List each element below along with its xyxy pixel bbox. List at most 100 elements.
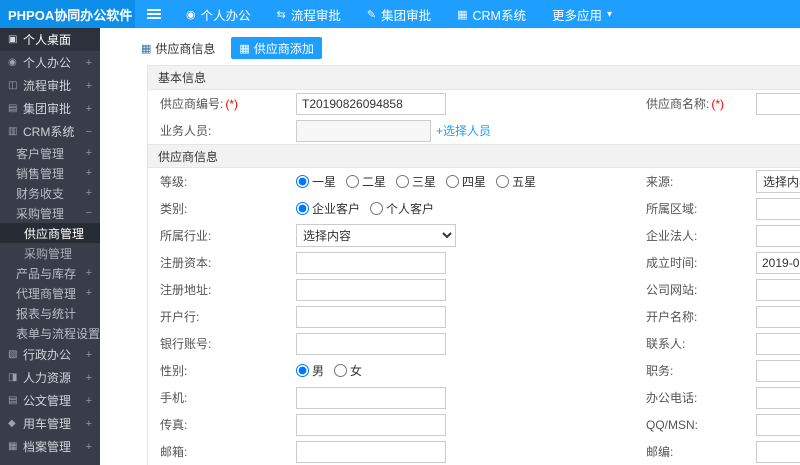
level-radio-1[interactable]	[296, 175, 309, 188]
expand-plus-icon[interactable]: +	[86, 372, 92, 384]
sidebar-item-personal-desktop[interactable]: ▣ 个人桌面	[0, 28, 100, 51]
level-option-5[interactable]: 五星	[496, 173, 536, 190]
sidebar-item-personal-office[interactable]: ◉ 个人办公 +	[0, 51, 100, 74]
tab-supplier-add[interactable]: ▦ 供应商添加	[231, 37, 322, 59]
sidebar-item-customer-management[interactable]: 客户管理 +	[0, 143, 100, 163]
gender-radio-female[interactable]	[334, 364, 348, 377]
field-cell	[296, 386, 646, 409]
source-select[interactable]: 选择内容	[756, 170, 800, 193]
position-input[interactable]	[756, 359, 800, 382]
website-input[interactable]	[756, 278, 800, 301]
level-option-4[interactable]: 四星	[446, 173, 486, 190]
sidebar-item-vehicle-management[interactable]: ◆ 用车管理 +	[0, 412, 100, 435]
region-input[interactable]	[756, 197, 800, 220]
supplier-no-input[interactable]	[296, 92, 446, 115]
zipcode-input[interactable]	[756, 440, 800, 463]
field-label: 供应商编号:	[160, 97, 224, 111]
field-label-cell: 银行账号:	[148, 335, 296, 352]
tab-label: 供应商添加	[253, 41, 314, 56]
choose-person-link[interactable]: +选择人员	[436, 122, 491, 139]
sidebar-item-label: 客户管理	[16, 146, 65, 161]
field-label-cell: 职务:	[646, 362, 756, 379]
sidebar-item-form-workflow-settings[interactable]: 表单与流程设置 +	[0, 323, 100, 343]
collapse-minus-icon[interactable]: −	[86, 207, 92, 219]
sidebar-item-workflow-approval[interactable]: ◫ 流程审批 +	[0, 74, 100, 97]
expand-plus-icon[interactable]: +	[86, 57, 92, 69]
sidebar-item-admin-office[interactable]: ▧ 行政办公 +	[0, 343, 100, 366]
sidebar-item-document-management[interactable]: ▤ 公文管理 +	[0, 389, 100, 412]
field-cell: 选择内容	[296, 224, 646, 247]
bank-input[interactable]	[296, 305, 446, 328]
sidebar-item-supplier-management[interactable]: 供应商管理	[0, 223, 100, 243]
gender-radio-male[interactable]	[296, 364, 309, 377]
sidebar-item-reports-statistics[interactable]: 报表与统计	[0, 303, 100, 323]
topnav-group-approval[interactable]: ✎ 集团审批	[354, 0, 444, 28]
established-date-input[interactable]	[756, 251, 800, 274]
field-label: 业务人员:	[160, 124, 212, 138]
expand-plus-icon[interactable]: +	[86, 103, 92, 115]
field-label-cell: 供应商名称: (*)	[646, 95, 756, 112]
expand-plus-icon[interactable]: +	[86, 187, 92, 199]
expand-plus-icon[interactable]: +	[86, 418, 92, 430]
topnav-more-apps[interactable]: 更多应用 ▾	[539, 0, 625, 28]
hamburger-menu-button[interactable]	[135, 0, 173, 28]
bank-account-input[interactable]	[296, 332, 446, 355]
sidebar-item-crm-system[interactable]: ▥ CRM系统 −	[0, 120, 100, 143]
level-radio-2[interactable]	[346, 175, 360, 188]
email-input[interactable]	[296, 440, 446, 463]
sidebar-item-sales-management[interactable]: 销售管理 +	[0, 163, 100, 183]
field-cell	[756, 332, 800, 355]
registered-capital-input[interactable]	[296, 251, 446, 274]
sidebar-item-product-inventory[interactable]: 产品与库存 +	[0, 263, 100, 283]
field-label: 银行账号:	[160, 337, 212, 351]
sales-person-input[interactable]	[296, 119, 431, 142]
industry-select[interactable]: 选择内容	[296, 224, 456, 247]
expand-plus-icon[interactable]: +	[86, 147, 92, 159]
level-option-3[interactable]: 三星	[396, 173, 436, 190]
expand-plus-icon[interactable]: +	[86, 441, 92, 453]
supplier-name-input[interactable]	[756, 92, 800, 115]
gender-option-male[interactable]: 男	[296, 362, 324, 379]
field-cell	[296, 440, 646, 463]
expand-plus-icon[interactable]: +	[86, 267, 92, 279]
level-radio-3[interactable]	[396, 175, 410, 188]
account-name-input[interactable]	[756, 305, 800, 328]
legal-person-input[interactable]	[756, 224, 800, 247]
expand-plus-icon[interactable]: +	[86, 395, 92, 407]
collapse-minus-icon[interactable]: −	[86, 126, 92, 138]
level-option-1[interactable]: 一星	[296, 173, 336, 190]
qq-msn-input[interactable]	[756, 413, 800, 436]
topnav-workflow-approval[interactable]: ⇆ 流程审批	[264, 0, 354, 28]
registered-address-input[interactable]	[296, 278, 446, 301]
expand-plus-icon[interactable]: +	[86, 287, 92, 299]
sidebar-item-agent-management[interactable]: 代理商管理 +	[0, 283, 100, 303]
field-cell	[756, 278, 800, 301]
sidebar-item-procurement-management[interactable]: 采购管理 −	[0, 203, 100, 223]
tab-supplier-info[interactable]: ▦ 供应商信息	[133, 37, 223, 59]
topnav-crm-system[interactable]: ▦ CRM系统	[444, 0, 539, 28]
expand-plus-icon[interactable]: +	[86, 349, 92, 361]
topnav-personal-office[interactable]: ◉ 个人办公	[173, 0, 264, 28]
sidebar-item-human-resources[interactable]: ◨ 人力资源 +	[0, 366, 100, 389]
sidebar-item-purchase-management[interactable]: 采购管理	[0, 243, 100, 263]
expand-plus-icon[interactable]: +	[86, 80, 92, 92]
level-option-2[interactable]: 二星	[346, 173, 386, 190]
category-option-company[interactable]: 企业客户	[296, 200, 360, 217]
sidebar-item-group-approval[interactable]: ▤ 集团审批 +	[0, 97, 100, 120]
office-phone-input[interactable]	[756, 386, 800, 409]
category-radio-personal[interactable]	[370, 202, 384, 215]
sidebar-item-label: 集团审批	[23, 102, 72, 116]
category-radio-company[interactable]	[296, 202, 309, 215]
fax-input[interactable]	[296, 413, 446, 436]
field-cell	[756, 359, 800, 382]
level-radio-4[interactable]	[446, 175, 460, 188]
level-radio-5[interactable]	[496, 175, 510, 188]
contact-input[interactable]	[756, 332, 800, 355]
sidebar-item-finance[interactable]: 财务收支 +	[0, 183, 100, 203]
mobile-input[interactable]	[296, 386, 446, 409]
sidebar-item-archive-management[interactable]: ▦ 档案管理 +	[0, 435, 100, 458]
expand-plus-icon[interactable]: +	[86, 167, 92, 179]
gender-option-female[interactable]: 女	[334, 362, 362, 379]
form-row: 等级: 一星 二星 三星 四星 五星 来源: 选择内容	[148, 168, 800, 195]
category-option-personal[interactable]: 个人客户	[370, 200, 434, 217]
